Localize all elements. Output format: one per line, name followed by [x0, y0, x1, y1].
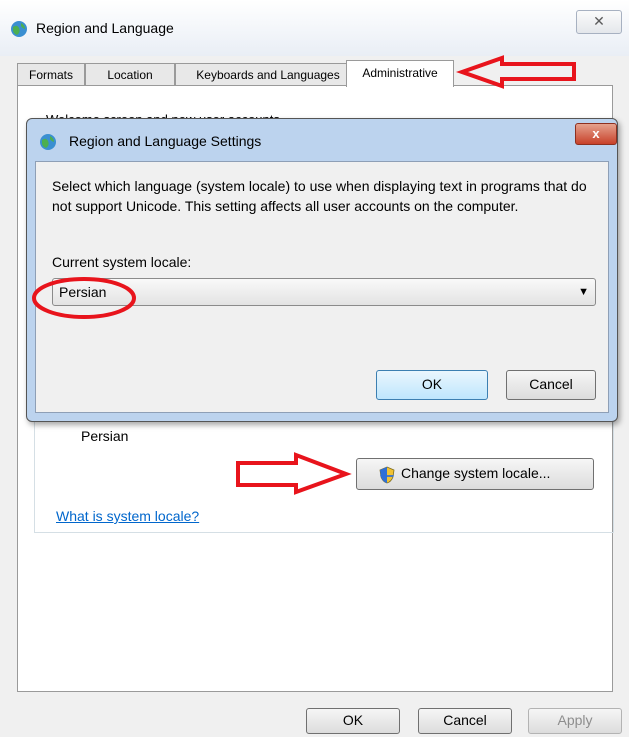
tab-administrative[interactable]: Administrative: [346, 60, 454, 87]
dialog-globe-icon: [39, 133, 57, 151]
system-locale-selected-value: Persian: [59, 284, 107, 300]
change-system-locale-label: Change system locale...: [401, 465, 551, 481]
dialog-description: Select which language (system locale) to…: [52, 178, 587, 214]
title-bar: Region and Language ✕: [0, 0, 629, 56]
dialog-ok-button[interactable]: OK: [376, 370, 488, 400]
region-language-window: Region and Language ✕ Formats Location K…: [0, 0, 629, 737]
globe-icon: [10, 20, 28, 38]
arrow-to-administrative-tab: [455, 55, 576, 89]
uac-shield-icon: [379, 465, 395, 493]
dialog-title: Region and Language Settings: [69, 133, 262, 149]
cancel-button[interactable]: Cancel: [418, 708, 512, 734]
window-title: Region and Language: [36, 20, 174, 36]
dialog-body: Select which language (system locale) to…: [35, 161, 609, 413]
dialog-close-icon[interactable]: x: [575, 123, 617, 145]
chevron-down-icon: ▼: [578, 286, 589, 298]
dialog-cancel-button[interactable]: Cancel: [506, 370, 596, 400]
what-is-system-locale-link[interactable]: What is system locale?: [56, 508, 199, 524]
current-system-locale-label: Current system locale:: [52, 254, 192, 270]
tab-formats[interactable]: Formats: [17, 63, 85, 86]
apply-button[interactable]: Apply: [528, 708, 622, 734]
ok-button[interactable]: OK: [306, 708, 400, 734]
change-system-locale-button[interactable]: Change system locale...: [356, 458, 594, 490]
tab-keyboards-and-languages[interactable]: Keyboards and Languages: [175, 63, 361, 86]
tab-location[interactable]: Location: [85, 63, 175, 86]
current-locale-value: Persian: [81, 428, 129, 444]
close-icon[interactable]: ✕: [576, 10, 622, 34]
region-language-settings-dialog: Region and Language Settings x Select wh…: [26, 118, 618, 422]
system-locale-dropdown[interactable]: Persian ▼: [52, 278, 596, 306]
